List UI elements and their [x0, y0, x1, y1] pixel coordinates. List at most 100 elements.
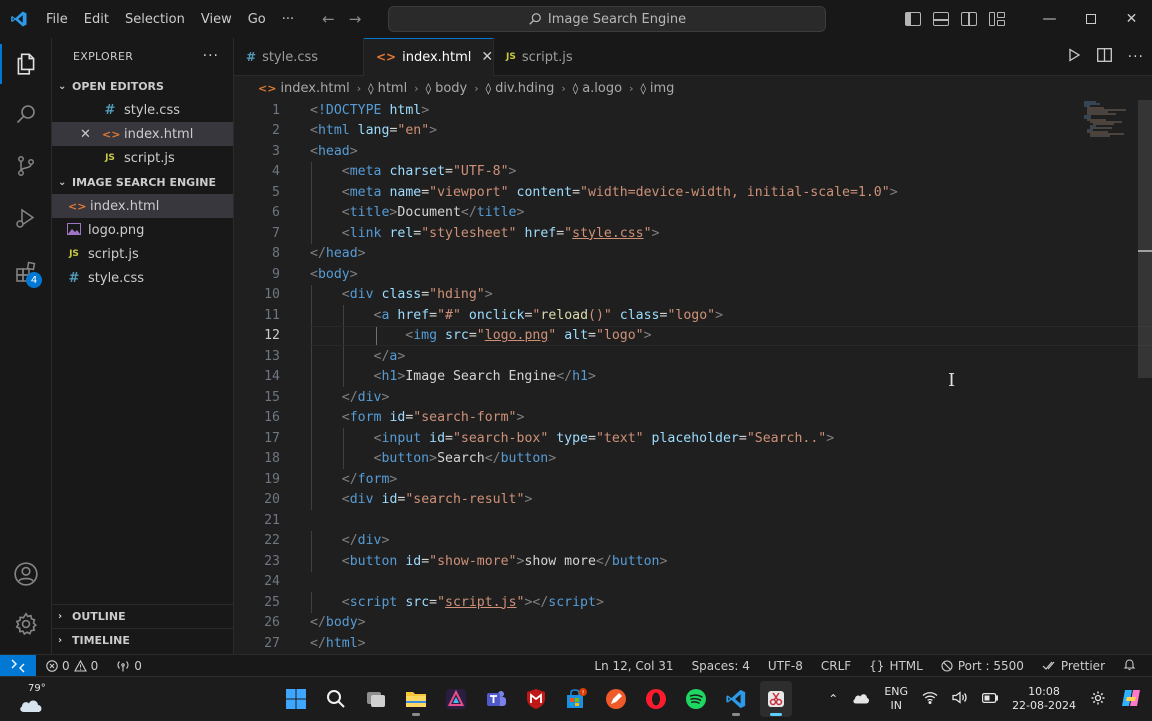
menu-go[interactable]: Go [240, 12, 274, 27]
open-editor-item[interactable]: # style.css [52, 98, 233, 122]
vertical-scrollbar[interactable] [1138, 100, 1152, 378]
onedrive-cloud-icon[interactable] [852, 692, 870, 707]
snipping-tool-icon[interactable] [760, 681, 792, 717]
menu-more[interactable]: ··· [274, 12, 302, 27]
open-editor-item[interactable]: ✕ <> index.html [52, 122, 233, 146]
code-line[interactable]: 8 </head> [234, 244, 1134, 265]
taskbar-search-icon[interactable] [320, 681, 352, 717]
toggle-sidebar-icon[interactable] [905, 12, 921, 26]
timeline-section[interactable]: › TIMELINE [52, 628, 234, 652]
code-line[interactable]: 23 <button id="show-more">show more</but… [234, 551, 1134, 572]
code-line[interactable]: 19 </form> [234, 469, 1134, 490]
minimap[interactable] [1082, 100, 1130, 140]
code-line[interactable]: 3 <head> [234, 141, 1134, 162]
back-arrow-icon[interactable]: ← [322, 10, 335, 28]
code-line[interactable]: 17 <input id="search-box" type="text" pl… [234, 428, 1134, 449]
task-view-icon[interactable] [360, 681, 392, 717]
code-line[interactable]: 5 <meta name="viewport" content="width=d… [234, 182, 1134, 203]
code-line[interactable]: 18 <button>Search</button> [234, 448, 1134, 469]
code-editor[interactable]: 1 <!DOCTYPE html> 2 <html lang="en"> 3 <head>… [234, 100, 1152, 654]
start-windows-icon[interactable] [280, 681, 312, 717]
project-folder-section[interactable]: ⌄ IMAGE SEARCH ENGINE [52, 170, 233, 194]
forward-arrow-icon[interactable]: → [349, 10, 362, 28]
breadcrumb-item[interactable]: ◊ img [640, 81, 674, 96]
code-line[interactable]: 2 <html lang="en"> [234, 121, 1134, 142]
source-control-icon[interactable] [0, 142, 52, 190]
pen-app-icon[interactable] [600, 681, 632, 717]
battery-icon[interactable] [982, 692, 999, 706]
volume-icon[interactable] [952, 691, 968, 707]
breadcrumb-item[interactable]: ◊ div.hding [486, 81, 555, 96]
opera-icon[interactable] [640, 681, 672, 717]
wifi-icon[interactable] [922, 691, 938, 707]
file-item[interactable]: # style.css [52, 266, 233, 290]
code-line[interactable]: 20 <div id="search-result"> [234, 489, 1134, 510]
affinity-app-icon[interactable] [440, 681, 472, 717]
code-line[interactable]: 10 <div class="hding"> [234, 284, 1134, 305]
mcafee-icon[interactable] [520, 681, 552, 717]
cursor-position[interactable]: Ln 12, Col 31 [594, 659, 673, 673]
breadcrumb-item[interactable]: ◊ html [368, 81, 407, 96]
more-editor-actions-icon[interactable]: ··· [1128, 49, 1144, 65]
indentation[interactable]: Spaces: 4 [692, 659, 750, 673]
code-line[interactable]: 13 </a> [234, 346, 1134, 367]
open-editor-item[interactable]: JS script.js [52, 146, 233, 170]
close-tab-icon[interactable]: ✕ [481, 49, 493, 65]
encoding[interactable]: UTF-8 [768, 659, 803, 673]
code-line[interactable]: 7 <link rel="stylesheet" href="style.css… [234, 223, 1134, 244]
problems-indicator[interactable]: 0 0 [46, 659, 98, 673]
extensions-icon[interactable]: 4 [0, 248, 52, 296]
code-line[interactable]: 16 <form id="search-form"> [234, 407, 1134, 428]
code-line[interactable]: 12 <img src="logo.png" alt="logo"> [234, 325, 1152, 346]
minimize-button[interactable]: — [1029, 0, 1070, 38]
search-icon[interactable] [0, 90, 52, 138]
code-line[interactable]: 22 </div> [234, 530, 1134, 551]
menu-selection[interactable]: Selection [117, 12, 193, 27]
spotify-icon[interactable] [680, 681, 712, 717]
run-icon[interactable] [1067, 48, 1081, 66]
code-line[interactable]: 1 <!DOCTYPE html> [234, 100, 1134, 121]
code-line[interactable]: 24 [234, 572, 1134, 593]
code-line[interactable]: 14 <h1>Image Search Engine</h1> [234, 366, 1134, 387]
code-line[interactable]: 4 <meta charset="UTF-8"> [234, 161, 1134, 182]
run-debug-icon[interactable] [0, 194, 52, 242]
close-editor-icon[interactable]: ✕ [80, 127, 96, 142]
code-line[interactable]: 6 <title>Document</title> [234, 202, 1134, 223]
breadcrumb-item[interactable]: <> index.html [258, 81, 350, 96]
store-icon[interactable]: ! [560, 681, 592, 717]
notification-settings-icon[interactable] [1090, 690, 1106, 709]
outline-section[interactable]: › OUTLINE [52, 604, 234, 628]
teams-icon[interactable] [480, 681, 512, 717]
live-server-port[interactable]: Port : 5500 [941, 659, 1024, 673]
settings-gear-icon[interactable] [0, 600, 52, 648]
code-line[interactable]: 27 </html> [234, 633, 1134, 654]
tab-style-css[interactable]: # style.css [234, 38, 364, 76]
copilot-icon[interactable] [1120, 687, 1142, 712]
menu-view[interactable]: View [193, 12, 240, 27]
file-item[interactable]: logo.png [52, 218, 233, 242]
vscode-taskbar-icon[interactable] [720, 681, 752, 717]
language-indicator[interactable]: ENG IN [884, 685, 908, 713]
more-actions-icon[interactable]: ··· [203, 48, 219, 64]
restore-button[interactable] [1070, 0, 1111, 38]
clock[interactable]: 10:08 22-08-2024 [1012, 685, 1076, 713]
remote-indicator-icon[interactable] [0, 654, 36, 677]
command-center[interactable]: Image Search Engine [388, 6, 826, 32]
toggle-secondary-sidebar-icon[interactable] [961, 12, 977, 26]
code-line[interactable]: 26 </body> [234, 613, 1134, 634]
breadcrumb-item[interactable]: ◊ a.logo [573, 81, 622, 96]
toggle-panel-icon[interactable] [933, 12, 949, 26]
file-explorer-icon[interactable] [400, 681, 432, 717]
line-ending[interactable]: CRLF [821, 659, 851, 673]
split-editor-icon[interactable] [1096, 48, 1112, 66]
open-editors-section[interactable]: ⌄ OPEN EDITORS [52, 74, 233, 98]
breadcrumb-item[interactable]: ◊ body [426, 81, 468, 96]
menu-file[interactable]: File [38, 12, 76, 27]
customize-layout-icon[interactable] [989, 12, 1005, 26]
chevron-up-icon[interactable]: ⌃ [828, 692, 838, 706]
language-mode[interactable]: {} HTML [869, 659, 923, 673]
close-window-button[interactable]: ✕ [1111, 0, 1152, 38]
file-item[interactable]: <> index.html [52, 194, 233, 218]
notifications-bell-icon[interactable] [1123, 658, 1136, 674]
code-line[interactable]: 25 <script src="script.js"></script> [234, 592, 1134, 613]
